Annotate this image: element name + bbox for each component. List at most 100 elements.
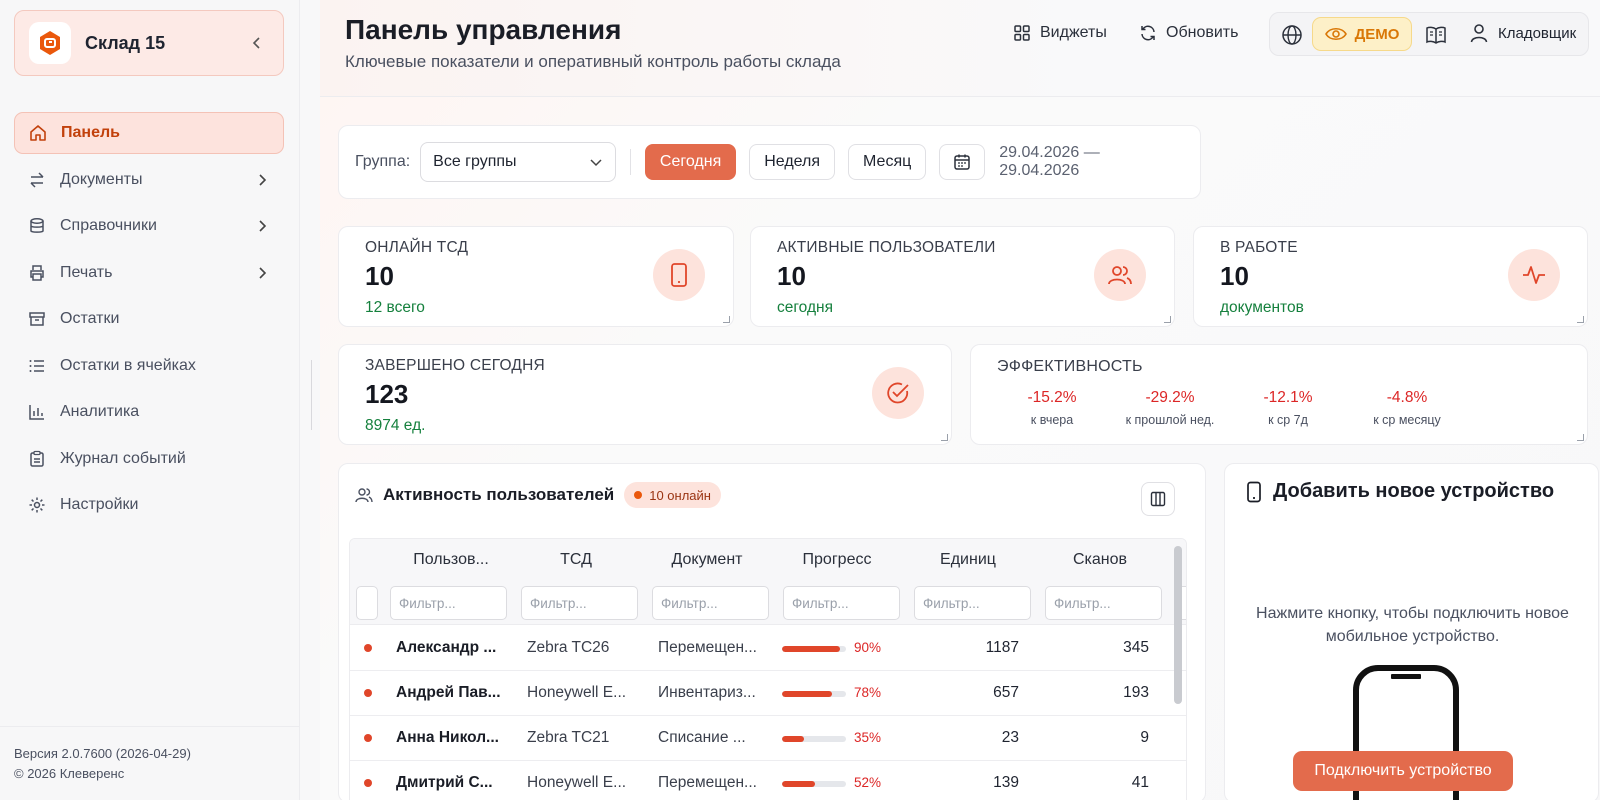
progress-percent: 78% (854, 685, 882, 700)
page-title: Панель управления (345, 14, 622, 45)
stat-label: ОНЛАЙН ТСД (365, 239, 469, 256)
header-actions-group: ДЕМО Кладовщик (1269, 12, 1589, 56)
chevron-right-icon (254, 218, 270, 234)
book-icon[interactable] (1424, 23, 1448, 47)
table-row[interactable]: Андрей Пав... Honeywell E... Инвентариз.… (350, 671, 1186, 716)
demo-label: ДЕМО (1354, 25, 1400, 43)
cell-user: Дмитрий С... (396, 774, 493, 791)
column-header-user[interactable]: Пользов... (396, 551, 506, 569)
device-text-line2: мобильное устройство. (1325, 628, 1500, 645)
efficiency-item: -29.2% к прошлой нед. (1115, 389, 1225, 427)
check-circle-icon (872, 367, 924, 419)
sidebar-item-analytics[interactable]: Аналитика (14, 391, 284, 433)
filter-input-units[interactable] (914, 586, 1031, 620)
period-week-button[interactable]: Неделя (749, 144, 836, 180)
progress-bar (782, 691, 846, 697)
sidebar-resize-handle[interactable] (311, 360, 312, 430)
widgets-button[interactable]: Виджеты (1012, 18, 1107, 48)
sidebar-item-settings[interactable]: Настройки (14, 484, 284, 526)
device-description: Нажмите кнопку, чтобы подключить новое м… (1225, 602, 1598, 648)
users-icon (1094, 249, 1146, 301)
table-row[interactable]: Александр ... Zebra TC26 Перемещен... 90… (350, 626, 1186, 671)
collapse-sidebar-button[interactable] (245, 31, 269, 55)
card-resize-handle[interactable] (1577, 316, 1584, 323)
cell-tsd: Honeywell E... (527, 774, 627, 791)
globe-icon[interactable] (1280, 23, 1304, 47)
filter-input-progress[interactable] (783, 586, 900, 620)
sidebar-item-references[interactable]: Справочники (14, 205, 284, 247)
chevron-left-icon (252, 37, 260, 49)
sidebar: Склад 15 Панель Документы Справочники Пе… (0, 0, 300, 800)
table-scrollbar[interactable] (1174, 546, 1182, 704)
sidebar-item-print[interactable]: Печать (14, 252, 284, 294)
column-header-tsd[interactable]: ТСД (521, 551, 631, 569)
progress-percent: 90% (854, 640, 882, 655)
progress-percent: 35% (854, 730, 882, 745)
calendar-button[interactable] (939, 144, 986, 180)
user-menu-button[interactable]: Кладовщик (1470, 23, 1576, 43)
demo-badge[interactable]: ДЕМО (1312, 17, 1412, 51)
cell-document: Перемещен... (658, 639, 757, 656)
efficiency-item: -12.1% к ср 7д (1233, 389, 1343, 427)
card-resize-handle[interactable] (723, 316, 730, 323)
filter-input-document[interactable] (652, 586, 769, 620)
table-filter-row (350, 581, 1186, 625)
sidebar-item-label: Панель (61, 124, 120, 141)
refresh-button[interactable]: Обновить (1138, 18, 1238, 48)
sidebar-footer: Версия 2.0.7600 (2026-04-29) © 2026 Клев… (14, 744, 191, 784)
main-content: Панель управления Ключевые показатели и … (320, 0, 1600, 800)
cell-tsd: Zebra TC26 (527, 639, 610, 656)
table-row[interactable]: Дмитрий С... Honeywell E... Перемещен...… (350, 761, 1186, 800)
columns-toggle-button[interactable] (1141, 482, 1175, 516)
columns-icon (1150, 491, 1166, 507)
cell-user: Андрей Пав... (396, 684, 500, 701)
sidebar-item-panel[interactable]: Панель (14, 112, 284, 154)
sidebar-item-label: Остатки (60, 310, 120, 327)
activity-table: Пользов... ТСД Документ Прогресс Единиц … (349, 538, 1187, 800)
printer-icon (28, 264, 46, 282)
period-today-button[interactable]: Сегодня (644, 144, 737, 180)
sidebar-item-event-log[interactable]: Журнал событий (14, 438, 284, 480)
cell-user: Александр ... (396, 639, 497, 656)
column-header-units[interactable]: Единиц (913, 551, 1023, 569)
column-header-document[interactable]: Документ (652, 551, 762, 569)
column-header-progress[interactable]: Прогресс (782, 551, 892, 569)
card-resize-handle[interactable] (941, 434, 948, 441)
page-header: Панель управления Ключевые показатели и … (320, 0, 1600, 97)
connect-device-button[interactable]: Подключить устройство (1293, 751, 1513, 791)
card-resize-handle[interactable] (1577, 434, 1584, 441)
filter-input-user[interactable] (390, 586, 507, 620)
column-header-scans[interactable]: Сканов (1045, 551, 1155, 569)
list-icon (28, 357, 46, 375)
progress-bar (782, 781, 846, 787)
date-range: 29.04.2026 — 29.04.2026 (999, 144, 1100, 179)
online-status-dot (364, 644, 372, 652)
user-icon (1470, 23, 1488, 43)
stat-label: ЗАВЕРШЕНО СЕГОДНЯ (365, 357, 545, 374)
widgets-label: Виджеты (1040, 24, 1107, 41)
version-text: Версия 2.0.7600 (2026-04-29) (14, 746, 191, 761)
clipboard-icon (28, 450, 46, 468)
sidebar-item-label: Остатки в ячейках (60, 356, 196, 374)
card-resize-handle[interactable] (1164, 316, 1171, 323)
filter-input-scans[interactable] (1045, 586, 1162, 620)
refresh-icon (1138, 23, 1158, 43)
sidebar-item-documents[interactable]: Документы (14, 159, 284, 201)
sidebar-item-stock[interactable]: Остатки (14, 298, 284, 340)
tablet-icon (653, 249, 705, 301)
period-month-button[interactable]: Месяц (848, 144, 927, 180)
archive-icon (28, 310, 46, 328)
online-status-dot (364, 779, 372, 787)
progress-fill (782, 646, 840, 652)
table-row[interactable]: Анна Никол... Zebra TC21 Списание ... 35… (350, 716, 1186, 761)
progress-percent: 52% (854, 775, 882, 790)
user-activity-panel: Активность пользователей 10 онлайн Польз… (338, 463, 1206, 800)
stat-value: 123 (365, 379, 409, 409)
divider (629, 149, 631, 175)
efficiency-caption: к вчера (1030, 413, 1074, 427)
sidebar-item-label: Печать (60, 263, 113, 281)
filter-input-tsd[interactable] (521, 586, 638, 620)
sidebar-item-cell-stock[interactable]: Остатки в ячейках (14, 345, 284, 387)
group-select[interactable]: Все группы (420, 142, 616, 182)
filter-input-status[interactable] (356, 586, 378, 620)
